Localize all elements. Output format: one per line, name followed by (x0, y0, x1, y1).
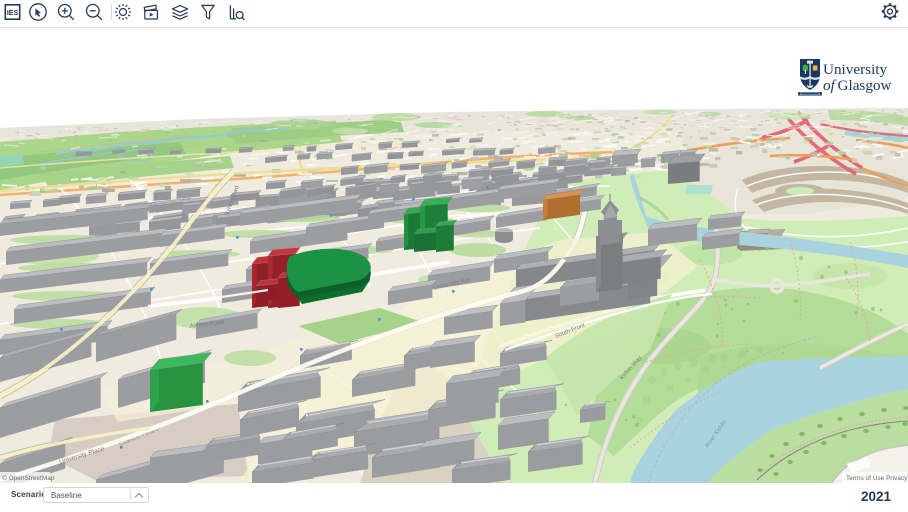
svg-text:of: of (823, 77, 837, 94)
svg-text:Glasgow: Glasgow (838, 77, 892, 94)
svg-text:University: University (823, 61, 888, 78)
svg-text:© OpenStreetMap: © OpenStreetMap (2, 474, 55, 482)
svg-text:IES: IES (7, 10, 19, 17)
svg-text:Terms of Use Privacy: Terms of Use Privacy (846, 475, 908, 482)
